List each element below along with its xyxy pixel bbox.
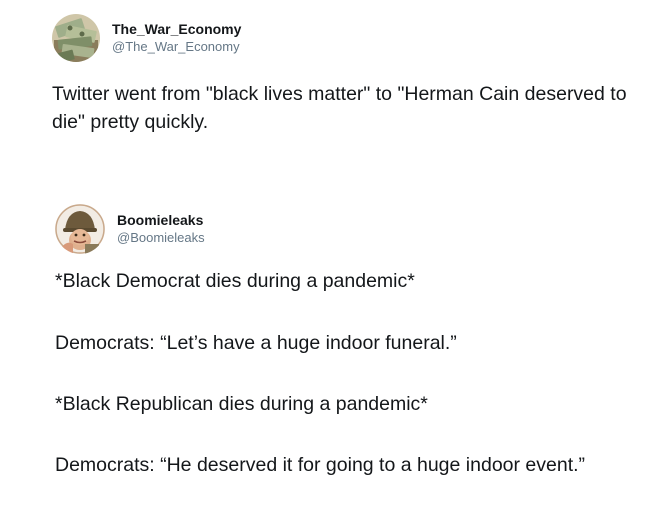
user-handle[interactable]: @The_War_Economy — [112, 39, 241, 55]
tweet-author: Boomieleaks @Boomieleaks — [117, 212, 205, 246]
stacked-cash-avatar-icon[interactable] — [52, 14, 100, 62]
display-name[interactable]: The_War_Economy — [112, 21, 241, 39]
tweet-header: The_War_Economy @The_War_Economy — [52, 14, 241, 62]
tweet-paragraph: Democrats: “He deserved it for going to … — [55, 454, 586, 476]
tweet-paragraph: Democrats: “Let’s have a huge indoor fun… — [55, 332, 457, 354]
user-handle[interactable]: @Boomieleaks — [117, 230, 205, 246]
tweet-text: Twitter went from "black lives matter" t… — [52, 83, 632, 133]
tweet-paragraph: *Black Democrat dies during a pandemic* — [55, 270, 415, 292]
tweet-paragraph: *Black Republican dies during a pandemic… — [55, 393, 428, 415]
display-name[interactable]: Boomieleaks — [117, 212, 205, 230]
tweet-header: Boomieleaks @Boomieleaks — [55, 204, 205, 254]
soldier-helmet-avatar-icon[interactable] — [55, 204, 105, 254]
tweet-author: The_War_Economy @The_War_Economy — [112, 21, 241, 55]
